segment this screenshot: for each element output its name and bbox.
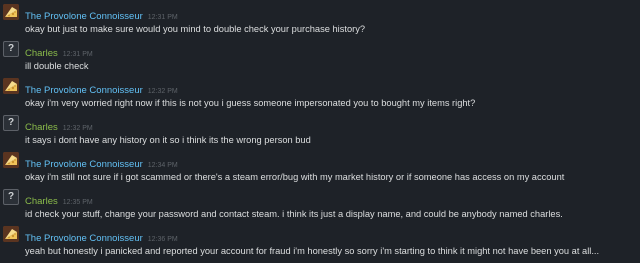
message-header: Charles 12:31 PM (25, 43, 93, 59)
cheese-avatar-icon[interactable] (3, 152, 19, 168)
message-text: ill double check (25, 61, 89, 71)
chat-message: The Provolone Connoisseur 12:36 PM yeah b… (0, 225, 640, 262)
message-text: okay i'm very worried right now if this … (25, 98, 476, 108)
message-text: okay but just to make sure would you min… (25, 24, 366, 34)
message-timestamp: 12:31 PM (62, 51, 93, 58)
chat-log: The Provolone Connoisseur 12:31 PM okay b… (0, 0, 640, 263)
message-header: Charles 12:35 PM (25, 191, 93, 207)
chat-message: The Provolone Connoisseur 12:31 PM okay b… (0, 3, 640, 40)
sender-name[interactable]: The Provolone Connoisseur (25, 11, 143, 22)
message-timestamp: 12:32 PM (147, 88, 178, 95)
sender-name[interactable]: Charles (25, 48, 58, 59)
message-text: okay i'm still not sure if i got scammed… (25, 172, 565, 182)
message-header: The Provolone Connoisseur 12:31 PM (25, 6, 178, 22)
cheese-avatar-icon[interactable] (3, 226, 19, 242)
sender-name[interactable]: The Provolone Connoisseur (25, 159, 143, 170)
chat-message: ? Charles 12:32 PM it says i dont have an… (0, 114, 640, 151)
message-header: Charles 12:32 PM (25, 117, 93, 133)
cheese-avatar-icon[interactable] (3, 78, 19, 94)
message-text: it says i dont have any history on it so… (25, 135, 311, 145)
message-timestamp: 12:36 PM (147, 236, 178, 243)
message-header: The Provolone Connoisseur 12:36 PM (25, 228, 178, 244)
chat-message: ? Charles 12:35 PM id check your stuff, c… (0, 188, 640, 225)
sender-name[interactable]: Charles (25, 196, 58, 207)
message-text: yeah but honestly i panicked and reporte… (25, 246, 600, 256)
unknown-avatar-icon[interactable]: ? (3, 41, 19, 57)
message-timestamp: 12:34 PM (147, 162, 178, 169)
message-timestamp: 12:32 PM (62, 125, 93, 132)
sender-name[interactable]: The Provolone Connoisseur (25, 233, 143, 244)
message-text: id check your stuff, change your passwor… (25, 209, 563, 219)
chat-message: ? Charles 12:31 PM ill double check (0, 40, 640, 77)
unknown-avatar-icon[interactable]: ? (3, 115, 19, 131)
message-header: The Provolone Connoisseur 12:32 PM (25, 80, 178, 96)
chat-message: The Provolone Connoisseur 12:34 PM okay i… (0, 151, 640, 188)
sender-name[interactable]: The Provolone Connoisseur (25, 85, 143, 96)
sender-name[interactable]: Charles (25, 122, 58, 133)
message-header: The Provolone Connoisseur 12:34 PM (25, 154, 178, 170)
cheese-avatar-icon[interactable] (3, 4, 19, 20)
chat-message: The Provolone Connoisseur 12:32 PM okay i… (0, 77, 640, 114)
unknown-avatar-icon[interactable]: ? (3, 189, 19, 205)
message-timestamp: 12:35 PM (62, 199, 93, 206)
message-timestamp: 12:31 PM (147, 14, 178, 21)
